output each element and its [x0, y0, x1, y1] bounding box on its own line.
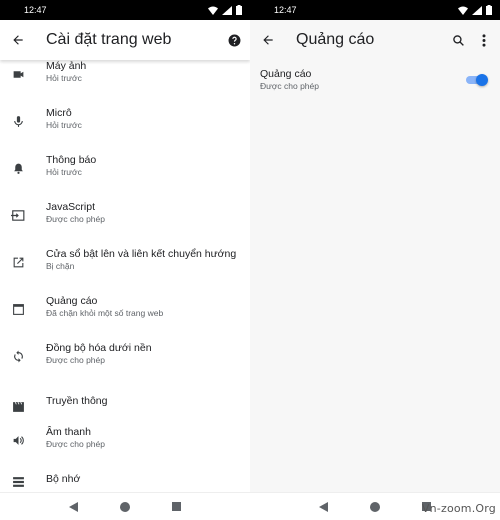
- storage-icon: [12, 477, 24, 487]
- list-item-popups[interactable]: Cửa sổ bật lên và liên kết chuyển hướng …: [0, 248, 250, 295]
- list-item-javascript[interactable]: JavaScript Được cho phép: [0, 201, 250, 248]
- volume-icon: [13, 436, 24, 445]
- status-time: 12:47: [274, 5, 297, 15]
- search-button[interactable]: [450, 32, 466, 48]
- microphone-icon: [13, 116, 23, 127]
- javascript-icon: [11, 210, 25, 221]
- switch-knob: [476, 74, 488, 86]
- back-button[interactable]: [0, 20, 36, 60]
- status-bar: 12:47: [0, 0, 250, 20]
- list-item-title: Đồng bộ hóa dưới nền: [46, 342, 152, 354]
- list-item-title: Cửa sổ bật lên và liên kết chuyển hướng: [46, 248, 237, 260]
- nav-home-button[interactable]: [370, 501, 380, 512]
- site-settings-screen: 12:47 Cài đặt trang web Máy ảnh Hỏi trướ…: [0, 0, 250, 520]
- ads-toggle-row[interactable]: Quảng cáo Được cho phép: [250, 68, 500, 98]
- list-item-notifications[interactable]: Thông báo Hỏi trước: [0, 154, 250, 201]
- wifi-icon: [458, 6, 468, 15]
- status-icons: [208, 5, 242, 15]
- status-time: 12:47: [24, 5, 47, 15]
- list-item-title: Máy ảnh: [46, 60, 87, 72]
- arrow-back-icon: [263, 35, 273, 45]
- ads-toggle-subtitle: Được cho phép: [260, 81, 319, 91]
- nav-back-icon: [69, 501, 78, 512]
- nav-home-icon: [120, 501, 130, 512]
- list-item-title: Âm thanh: [46, 426, 91, 438]
- page-title: Cài đặt trang web: [46, 31, 172, 48]
- nav-back-icon: [319, 501, 328, 512]
- list-item-title: Quảng cáo: [46, 295, 98, 307]
- status-bar: 12:47: [250, 0, 500, 20]
- list-item-subtitle: Hỏi trước: [46, 73, 82, 83]
- watermark: Vn-zoom.Org: [421, 502, 496, 515]
- camera-icon: [13, 71, 23, 78]
- media-icon: [12, 401, 24, 412]
- app-bar: Quảng cáo: [250, 20, 500, 60]
- list-item-sound[interactable]: Âm thanh Được cho phép: [0, 426, 250, 473]
- ads-window-icon: [12, 304, 24, 315]
- list-item-subtitle: Được cho phép: [46, 214, 105, 224]
- nav-back-button[interactable]: [69, 501, 78, 512]
- wifi-icon: [208, 6, 218, 15]
- back-button[interactable]: [250, 20, 286, 60]
- list-item-subtitle: Đã chặn khỏi một số trang web: [46, 308, 164, 318]
- signal-icon: [222, 5, 232, 15]
- page-title: Quảng cáo: [296, 31, 375, 48]
- arrow-back-icon: [13, 35, 23, 45]
- battery-icon: [236, 5, 242, 15]
- list-item-title: Bộ nhớ: [46, 473, 81, 485]
- nav-home-icon: [370, 501, 380, 512]
- more-vert-icon: [482, 33, 486, 47]
- list-item-title: Thông báo: [46, 154, 97, 166]
- list-item-background-sync[interactable]: Đồng bộ hóa dưới nền Được cho phép: [0, 342, 250, 389]
- search-icon: [452, 34, 464, 46]
- bell-icon: [13, 163, 23, 174]
- list-item-title: JavaScript: [46, 201, 96, 213]
- signal-icon: [472, 5, 482, 15]
- more-options-button[interactable]: [476, 32, 492, 48]
- list-item-title: Truyền thông: [46, 395, 108, 407]
- sync-icon: [13, 350, 23, 363]
- list-item-subtitle: Bị chặn: [46, 261, 75, 271]
- help-icon: [228, 34, 240, 46]
- help-button[interactable]: [226, 32, 242, 48]
- list-item-subtitle: Được cho phép: [46, 355, 105, 365]
- list-item-ads[interactable]: Quảng cáo Đã chặn khỏi một số trang web: [0, 295, 250, 342]
- nav-back-button[interactable]: [319, 501, 328, 512]
- list-item-subtitle: Hỏi trước: [46, 120, 82, 130]
- nav-home-button[interactable]: [120, 501, 130, 512]
- ads-toggle-switch[interactable]: [464, 74, 488, 86]
- navigation-bar: [0, 492, 250, 520]
- ads-settings-screen: 12:47 Quảng cáo Quảng cáo Được cho phép: [250, 0, 500, 520]
- open-in-new-icon: [13, 257, 23, 268]
- list-item-title: Micrô: [46, 107, 72, 119]
- status-icons: [458, 5, 492, 15]
- battery-icon: [486, 5, 492, 15]
- list-item-subtitle: Được cho phép: [46, 439, 105, 449]
- list-item-subtitle: Hỏi trước: [46, 167, 82, 177]
- list-item-camera[interactable]: Máy ảnh Hỏi trước: [0, 60, 250, 107]
- nav-recents-button[interactable]: [172, 502, 181, 511]
- nav-recents-icon: [172, 502, 181, 511]
- app-bar: Cài đặt trang web: [0, 20, 250, 60]
- ads-toggle-title: Quảng cáo: [260, 68, 312, 80]
- list-item-microphone[interactable]: Micrô Hỏi trước: [0, 107, 250, 154]
